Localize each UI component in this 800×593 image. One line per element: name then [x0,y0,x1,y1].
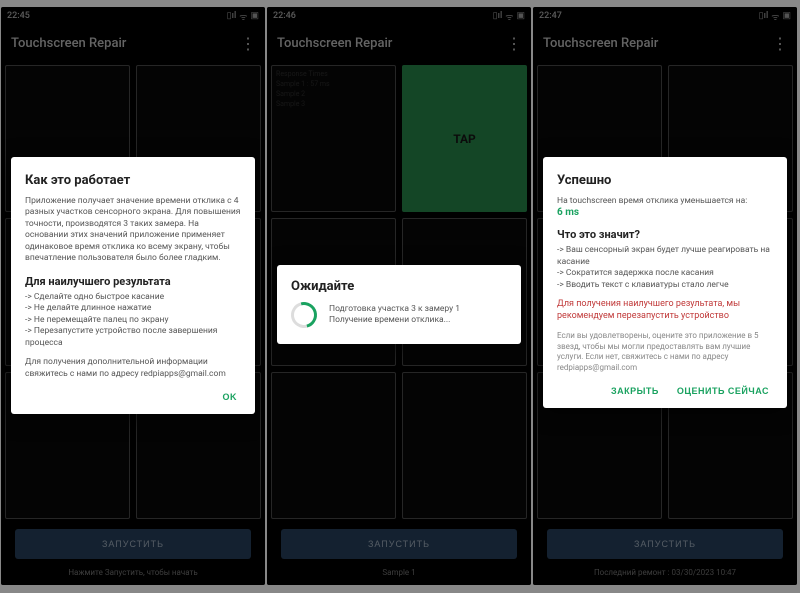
result-line: На touchscreen время отклика уменьшается… [557,196,773,207]
dialog-title: Успешно [557,173,773,188]
dialog-contact: Для получения дополнительной информации … [25,357,241,380]
dialog-title: Как это работает [25,173,241,188]
screen-2: 22:46 ▯ıl ᯤ ▣ Touchscreen Repair ⋮ Respo… [267,7,531,585]
how-it-works-dialog: Как это работает Приложение получает зна… [11,157,255,414]
dialog-message: Подготовка участка 3 к замеру 1 Получени… [329,304,460,327]
rate-prompt: Если вы удовлетворены, оцените это прило… [557,331,773,374]
bullet: -> Сделайте одно быстрое касание [25,292,241,303]
success-dialog: Успешно На touchscreen время отклика уме… [543,157,787,408]
dialog-title: Ожидайте [291,279,507,294]
ok-button[interactable]: OK [223,392,238,402]
wait-dialog: Ожидайте Подготовка участка 3 к замеру 1… [277,265,521,344]
dialog-subtitle: Для наилучшего результата [25,275,241,288]
bullet: -> Сократится задержка после касания [557,268,773,279]
dialog-subtitle: Что это значит? [557,228,773,241]
screen-1: 22:45 ▯ıl ᯤ ▣ Touchscreen Repair ⋮ ЗАПУС… [1,7,265,585]
restart-warning: Для получения наилучшего результата, мы … [557,299,773,322]
bullet: -> Ваш сенсорный экран будет лучше реаги… [557,245,773,268]
bullet: -> Перезапустите устройство после заверш… [25,326,241,349]
bullet: -> Вводить текст с клавиатуры стало легч… [557,280,773,291]
bullet: -> Не перемещайте палец по экрану [25,315,241,326]
result-value: 6 ms [557,207,773,218]
screen-3: 22:47 ▯ıl ᯤ ▣ Touchscreen Repair ⋮ ЗАПУС… [533,7,797,585]
progress-spinner-icon [286,297,322,333]
dialog-body: Приложение получает значение времени отк… [25,196,241,265]
rate-now-button[interactable]: ОЦЕНИТЬ СЕЙЧАС [677,386,769,396]
bullet: -> Не делайте длинное нажатие [25,303,241,314]
close-button[interactable]: ЗАКРЫТЬ [611,386,659,396]
